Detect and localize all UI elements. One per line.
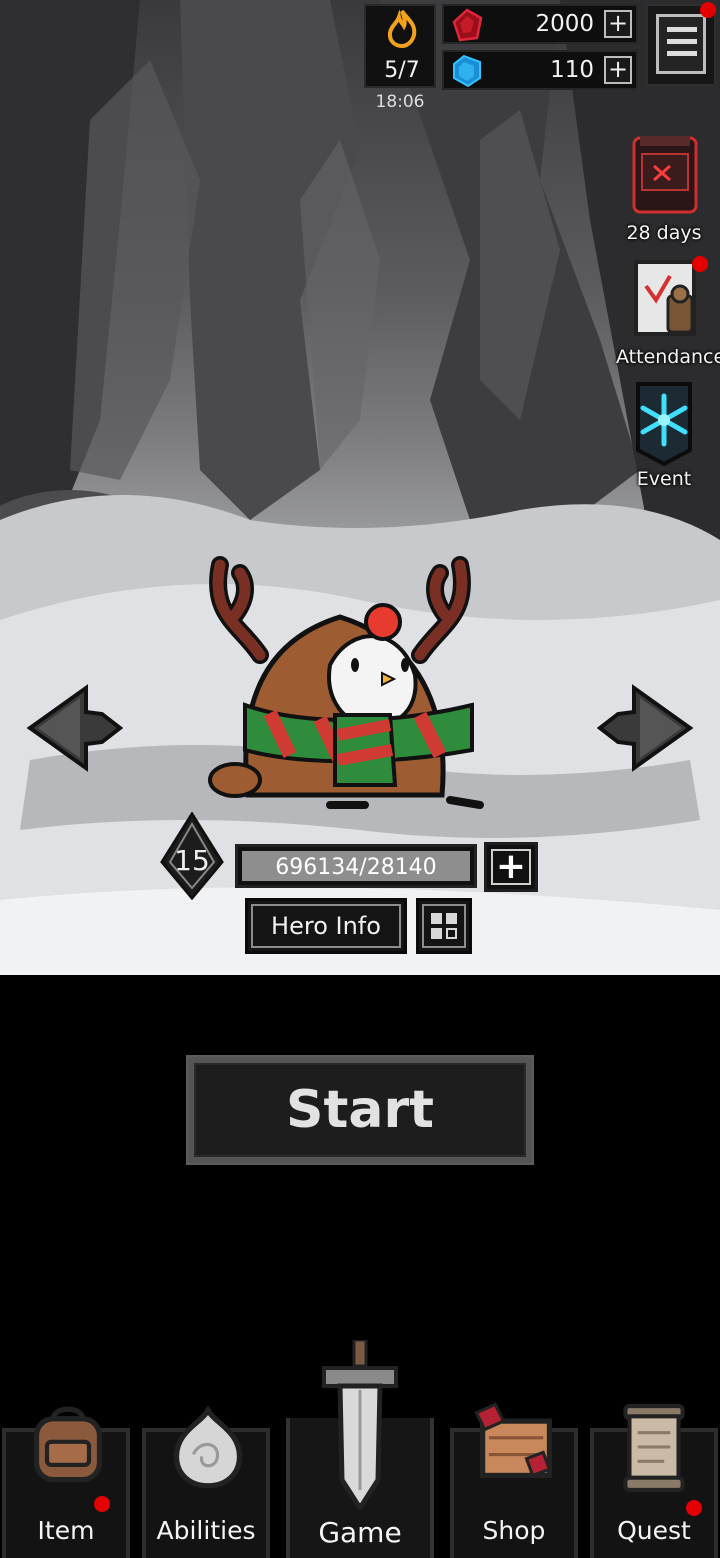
item-notification-dot [94,1496,110,1512]
red-gem-counter: 2000 + [442,4,638,44]
energy-count: 5/7 [384,58,420,83]
red-gem-icon [452,8,483,42]
forest-background [0,0,720,975]
energy-timer: 18:06 [375,92,425,112]
arrow-left-icon[interactable] [24,682,124,774]
reindeer-penguin-hero[interactable] [190,555,500,815]
add-blue-gems-button[interactable]: + [604,56,632,84]
nav-abilities[interactable]: Abilities [142,1406,270,1558]
attendance-button[interactable]: Attendance [616,256,720,368]
plus-icon: + [491,849,531,885]
start-button[interactable]: Start [186,1055,534,1165]
hero-info-label: Hero Info [251,904,401,948]
quest-notification-dot [686,1500,702,1516]
nav-abilities-label: Abilities [156,1516,256,1545]
blue-gem-value: 110 [550,57,594,83]
attendance-label: Attendance [616,346,720,368]
backpack-icon [33,1406,103,1483]
snowflake-event-icon [636,382,692,467]
energy-counter[interactable]: 5/7 [364,4,436,88]
attendance-notification-dot [692,256,708,272]
arrow-right-icon[interactable] [596,682,696,774]
scroll-icon [623,1404,685,1492]
blue-gem-counter: 110 + [442,50,638,90]
battle-pass-icon [632,136,698,214]
hamburger-menu-icon [656,14,706,74]
start-label: Start [194,1063,526,1157]
event-button[interactable]: Event [616,378,712,490]
hero-info-button[interactable]: Hero Info [245,898,407,954]
grid-icon [422,904,466,948]
hero-level: 15 [174,844,210,877]
red-gem-value: 2000 [535,11,594,37]
nav-game-label: Game [318,1516,402,1549]
blue-gem-icon [453,54,481,88]
nav-shop[interactable]: Shop [450,1402,578,1558]
menu-button[interactable] [646,2,716,86]
battle-pass-days: 28 days [626,222,702,244]
sword-icon [322,1340,398,1510]
xp-text: 696134/28140 [275,855,437,880]
add-red-gems-button[interactable]: + [604,10,632,38]
hero-collection-button[interactable] [416,898,472,954]
nav-quest[interactable]: Quest [590,1404,718,1558]
nav-quest-label: Quest [617,1516,691,1545]
xp-bar: 696134/28140 [235,844,477,888]
shop-crate-icon [474,1402,553,1479]
battle-pass-button[interactable]: 28 days [616,132,712,244]
level-up-button[interactable]: + [484,842,538,892]
orb-icon [173,1406,243,1489]
event-label: Event [636,468,692,490]
nav-game[interactable]: Game [286,1340,434,1558]
nav-shop-label: Shop [482,1516,546,1545]
nav-item[interactable]: Item [2,1406,130,1558]
menu-notification-dot [700,2,716,18]
flame-icon [387,9,417,48]
attendance-icon [634,260,696,336]
nav-item-label: Item [37,1516,95,1545]
